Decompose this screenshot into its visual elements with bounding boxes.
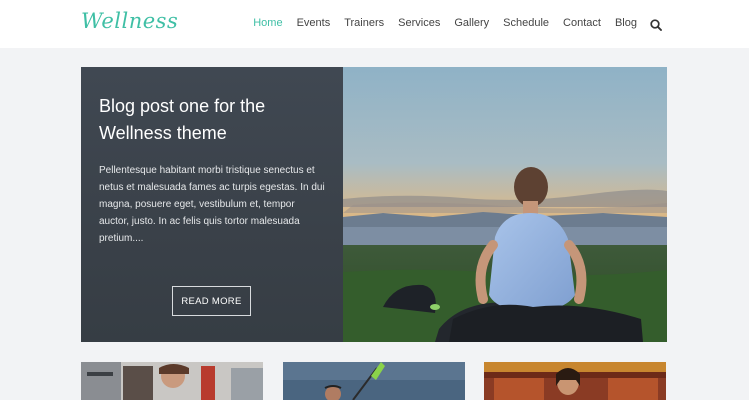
nav-item-services[interactable]: Services bbox=[398, 17, 440, 30]
nav-item-home[interactable]: Home bbox=[253, 17, 282, 30]
read-more-button[interactable]: READ MORE bbox=[172, 286, 251, 316]
site-logo[interactable]: Wellness bbox=[81, 9, 178, 33]
search-icon[interactable] bbox=[650, 18, 662, 31]
featured-post-panel: Blog post one for the Wellness theme Pel… bbox=[81, 67, 343, 342]
nav-item-blog[interactable]: Blog bbox=[615, 17, 637, 30]
featured-post-excerpt: Pellentesque habitant morbi tristique se… bbox=[99, 165, 325, 244]
main-nav: Home Events Trainers Services Gallery Sc… bbox=[239, 17, 662, 31]
post-thumbnail-fitness[interactable] bbox=[81, 362, 263, 400]
nav-item-contact[interactable]: Contact bbox=[563, 17, 601, 30]
site-header: Wellness Home Events Trainers Services G… bbox=[0, 0, 749, 48]
nav-item-trainers[interactable]: Trainers bbox=[344, 17, 384, 30]
featured-post-title[interactable]: Blog post one for the Wellness theme bbox=[99, 93, 299, 147]
post-thumbnail-kayak[interactable] bbox=[283, 362, 465, 400]
post-thumbnail-meditation[interactable] bbox=[484, 362, 666, 400]
featured-post: Blog post one for the Wellness theme Pel… bbox=[81, 67, 667, 342]
nav-item-events[interactable]: Events bbox=[297, 17, 331, 30]
featured-post-image[interactable] bbox=[343, 67, 667, 342]
nav-item-schedule[interactable]: Schedule bbox=[503, 17, 549, 30]
nav-item-gallery[interactable]: Gallery bbox=[454, 17, 489, 30]
